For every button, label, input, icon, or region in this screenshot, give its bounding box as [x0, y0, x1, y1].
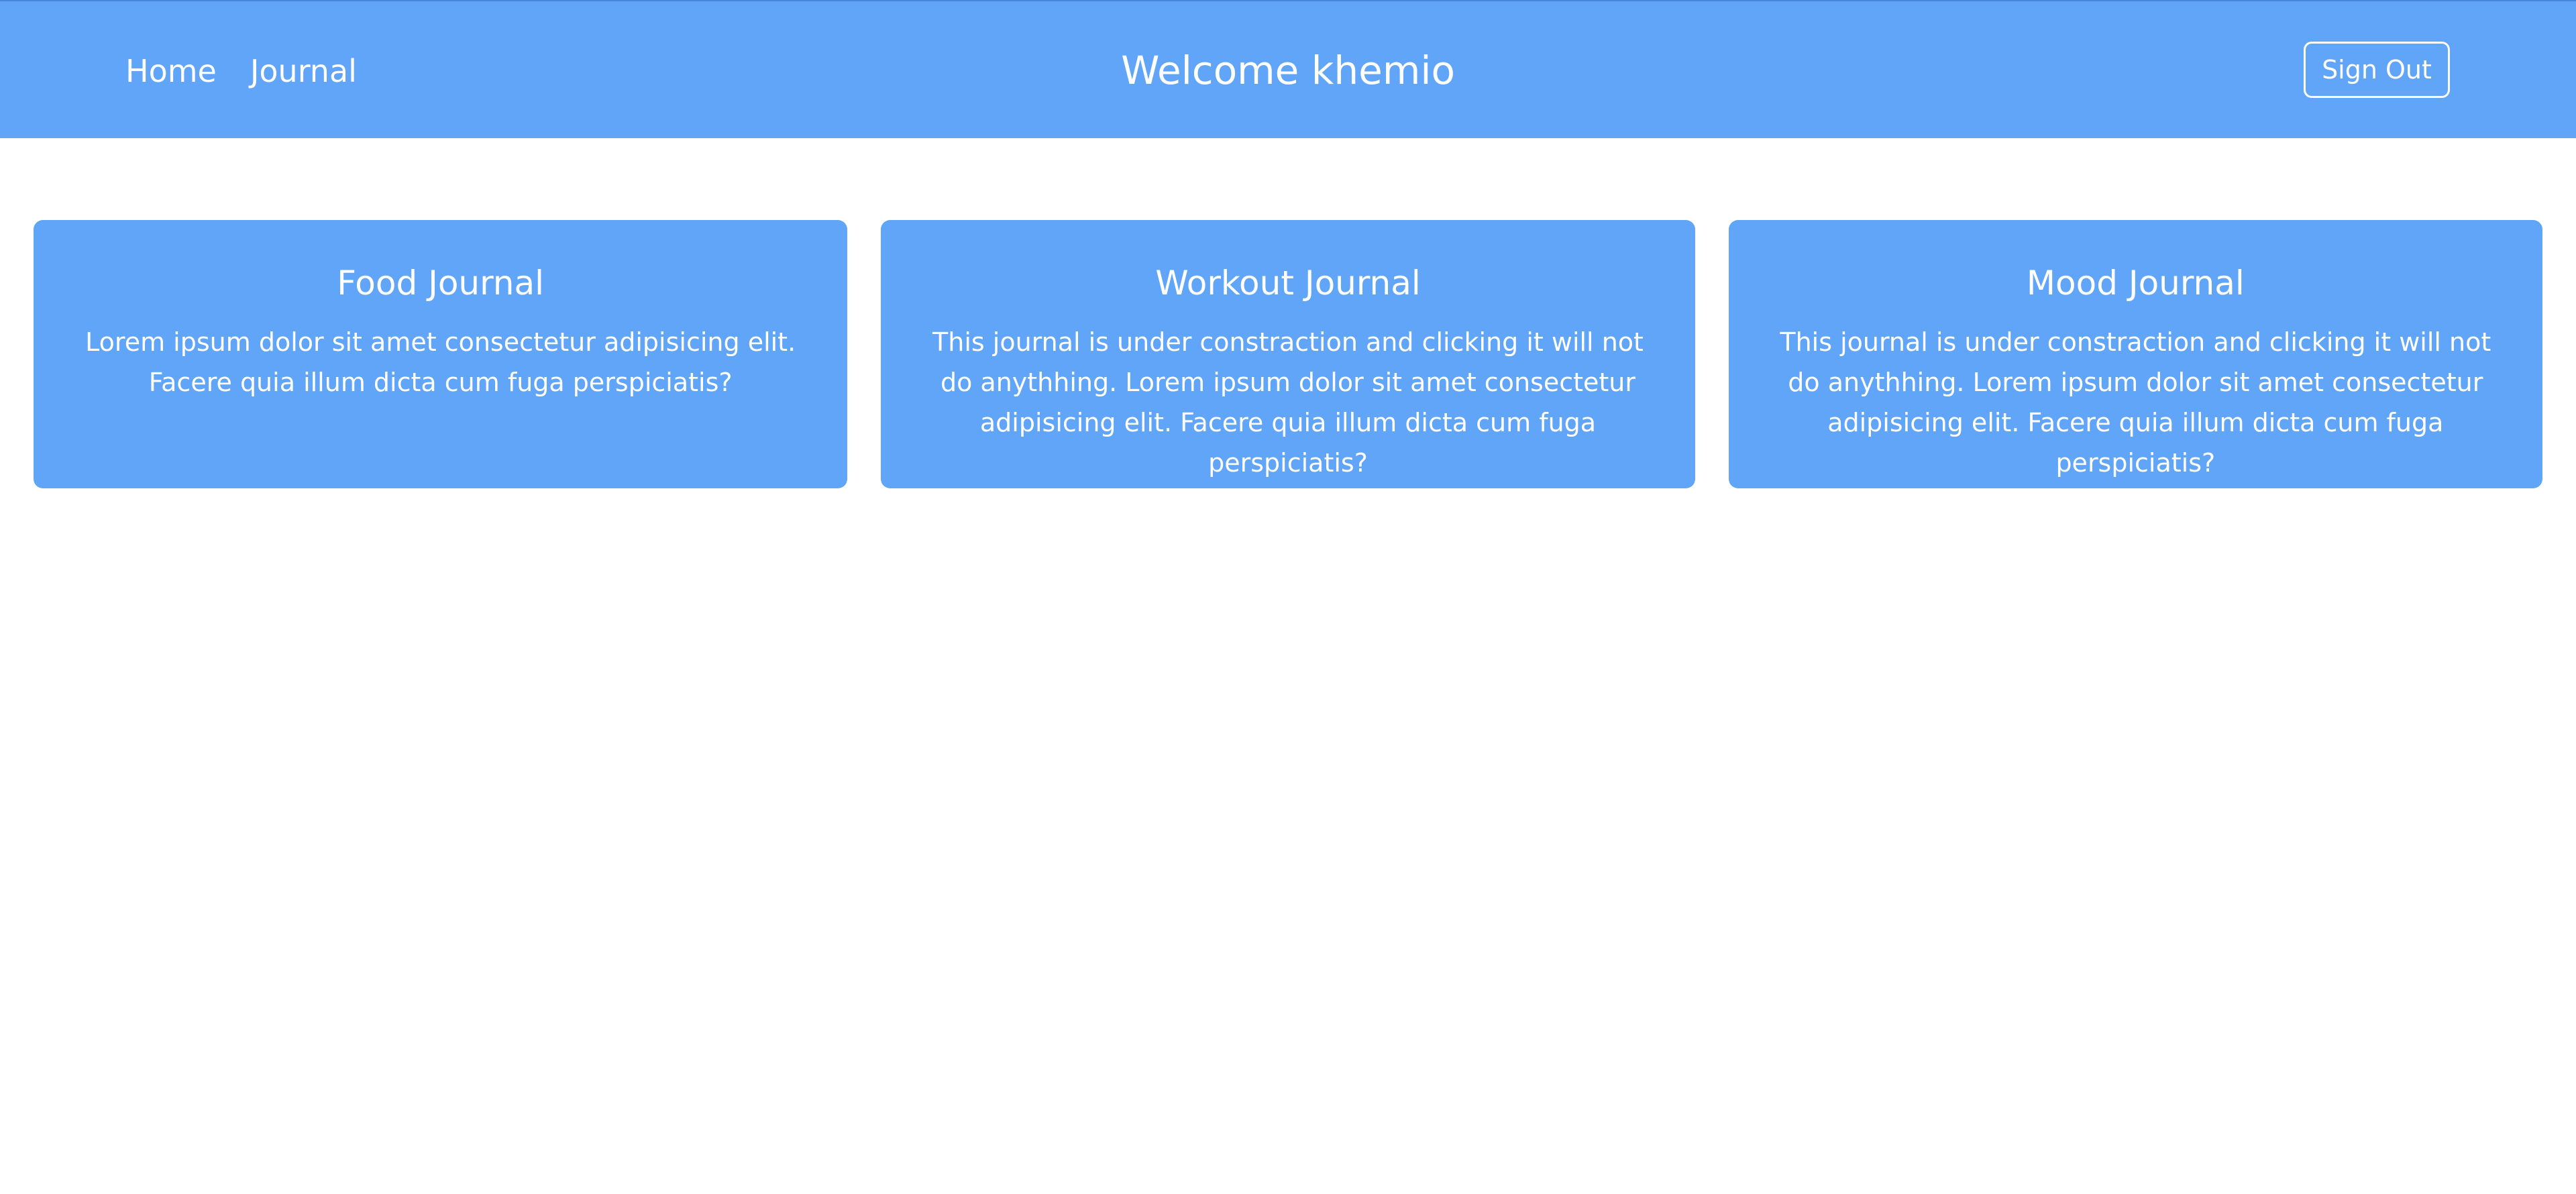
welcome-title: Welcome khemio [1121, 48, 1455, 93]
workout-journal-card[interactable]: Workout Journal This journal is under co… [881, 220, 1695, 488]
card-title: Food Journal [337, 264, 545, 303]
food-journal-card[interactable]: Food Journal Lorem ipsum dolor sit amet … [34, 220, 848, 488]
top-navbar: Home Journal Welcome khemio Sign Out [0, 1, 2576, 138]
journal-cards: Food Journal Lorem ipsum dolor sit amet … [34, 220, 2542, 488]
card-title: Mood Journal [2026, 264, 2245, 303]
mood-journal-card[interactable]: Mood Journal This journal is under const… [1728, 220, 2542, 488]
sign-out-button[interactable]: Sign Out [2304, 42, 2450, 98]
card-title: Workout Journal [1155, 264, 1421, 303]
page: Home Journal Welcome khemio Sign Out Foo… [0, 0, 2576, 1194]
card-description: This journal is under constraction and c… [1780, 327, 2491, 478]
card-description: Lorem ipsum dolor sit amet consectetur a… [85, 327, 796, 397]
card-description: This journal is under constraction and c… [932, 327, 1644, 478]
